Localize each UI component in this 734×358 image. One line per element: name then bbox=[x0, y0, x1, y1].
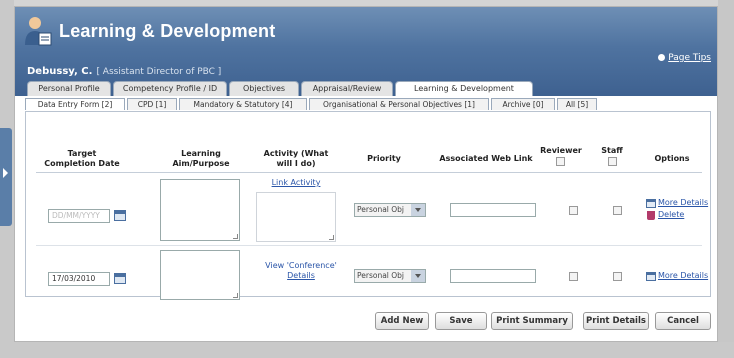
user-profile-icon bbox=[25, 17, 52, 46]
subtab-cpd[interactable]: CPD [1] bbox=[127, 98, 177, 110]
resize-grip-icon bbox=[233, 234, 238, 239]
reviewer-checkbox[interactable] bbox=[569, 206, 578, 215]
col-reviewer: Reviewer bbox=[540, 146, 582, 155]
page-tips-label: Page Tips bbox=[668, 53, 711, 63]
activity-textarea[interactable] bbox=[256, 192, 336, 242]
header-divider bbox=[36, 172, 702, 173]
priority-value: Personal Obj bbox=[357, 271, 405, 280]
page-tips-link[interactable]: Page Tips bbox=[658, 53, 711, 63]
side-panel-toggle[interactable] bbox=[0, 128, 12, 226]
dropdown-arrow-icon bbox=[411, 270, 425, 282]
subtab-data-entry[interactable]: Data Entry Form [2] bbox=[25, 98, 125, 110]
right-margin bbox=[718, 0, 734, 358]
print-summary-button[interactable]: Print Summary bbox=[491, 312, 573, 330]
save-button[interactable]: Save bbox=[435, 312, 487, 330]
print-details-button[interactable]: Print Details bbox=[583, 312, 649, 330]
cancel-button[interactable]: Cancel bbox=[655, 312, 711, 330]
target-date-input[interactable]: DD/MM/YYYY bbox=[48, 209, 110, 223]
staff-checkbox[interactable] bbox=[613, 206, 622, 215]
staff-checkbox[interactable] bbox=[613, 272, 622, 281]
link-activity-link[interactable]: Link Activity bbox=[266, 178, 326, 188]
trash-icon bbox=[647, 211, 655, 220]
col-activity: Activity (What will I do) bbox=[263, 149, 329, 168]
staff-select-all-checkbox[interactable] bbox=[608, 157, 617, 166]
priority-value: Personal Obj bbox=[357, 205, 405, 214]
reviewer-select-all-checkbox[interactable] bbox=[556, 157, 565, 166]
details-icon bbox=[646, 199, 656, 208]
col-options: Options bbox=[654, 154, 690, 163]
resize-grip-icon bbox=[329, 235, 334, 240]
main-window: Learning & Development Page Tips Debussy… bbox=[14, 6, 718, 342]
subtab-mandatory[interactable]: Mandatory & Statutory [4] bbox=[179, 98, 307, 110]
learning-aim-textarea[interactable] bbox=[160, 250, 240, 300]
priority-select[interactable]: Personal Obj bbox=[354, 269, 426, 283]
user-info: Debussy, C.[ Assistant Director of PBC ] bbox=[27, 66, 221, 77]
content-area: Data Entry Form [2] CPD [1] Mandatory & … bbox=[15, 96, 717, 341]
learning-aim-textarea[interactable] bbox=[160, 179, 240, 241]
details-icon bbox=[646, 272, 656, 281]
tab-learning-development[interactable]: Learning & Development bbox=[395, 81, 533, 97]
col-learning-aim: Learning Aim/Purpose bbox=[172, 149, 230, 168]
tab-appraisal-review[interactable]: Appraisal/Review bbox=[301, 81, 393, 96]
app-title: Learning & Development bbox=[59, 21, 276, 41]
row-divider bbox=[36, 245, 702, 246]
col-priority: Priority bbox=[367, 154, 401, 163]
web-link-input[interactable] bbox=[450, 269, 536, 283]
view-conference-details-link[interactable]: Details bbox=[266, 271, 336, 281]
more-details-link[interactable]: More Details bbox=[658, 271, 708, 281]
tab-competency-profile[interactable]: Competency Profile / ID bbox=[113, 81, 227, 96]
tab-objectives[interactable]: Objectives bbox=[229, 81, 299, 96]
learning-table: Target Completion Date Learning Aim/Purp… bbox=[25, 111, 711, 300]
reviewer-checkbox[interactable] bbox=[569, 272, 578, 281]
chevron-right-icon bbox=[3, 168, 8, 178]
info-icon bbox=[658, 54, 666, 61]
more-details-link[interactable]: More Details bbox=[658, 198, 708, 208]
add-new-button[interactable]: Add New bbox=[375, 312, 429, 330]
col-web-link: Associated Web Link bbox=[439, 154, 533, 163]
bottom-margin bbox=[0, 342, 734, 358]
calendar-icon[interactable] bbox=[114, 210, 126, 221]
user-name: Debussy, C. bbox=[27, 66, 93, 77]
subtab-archive[interactable]: Archive [0] bbox=[491, 98, 555, 110]
calendar-icon[interactable] bbox=[114, 273, 126, 284]
target-date-input[interactable]: 17/03/2010 bbox=[48, 272, 110, 286]
user-role: [ Assistant Director of PBC ] bbox=[96, 67, 222, 77]
delete-link[interactable]: Delete bbox=[658, 210, 684, 220]
col-staff: Staff bbox=[601, 146, 623, 155]
resize-grip-icon bbox=[233, 293, 238, 298]
dropdown-arrow-icon bbox=[411, 204, 425, 216]
tab-personal-profile[interactable]: Personal Profile bbox=[27, 81, 111, 96]
web-link-input[interactable] bbox=[450, 203, 536, 217]
app-header: Learning & Development Page Tips Debussy… bbox=[15, 7, 717, 97]
priority-select[interactable]: Personal Obj bbox=[354, 203, 426, 217]
col-target-date: Target Completion Date bbox=[44, 149, 120, 168]
subtab-all[interactable]: All [5] bbox=[557, 98, 597, 110]
view-conference-link[interactable]: View 'Conference' bbox=[256, 261, 346, 271]
subtab-objectives[interactable]: Organisational & Personal Objectives [1] bbox=[309, 98, 489, 110]
